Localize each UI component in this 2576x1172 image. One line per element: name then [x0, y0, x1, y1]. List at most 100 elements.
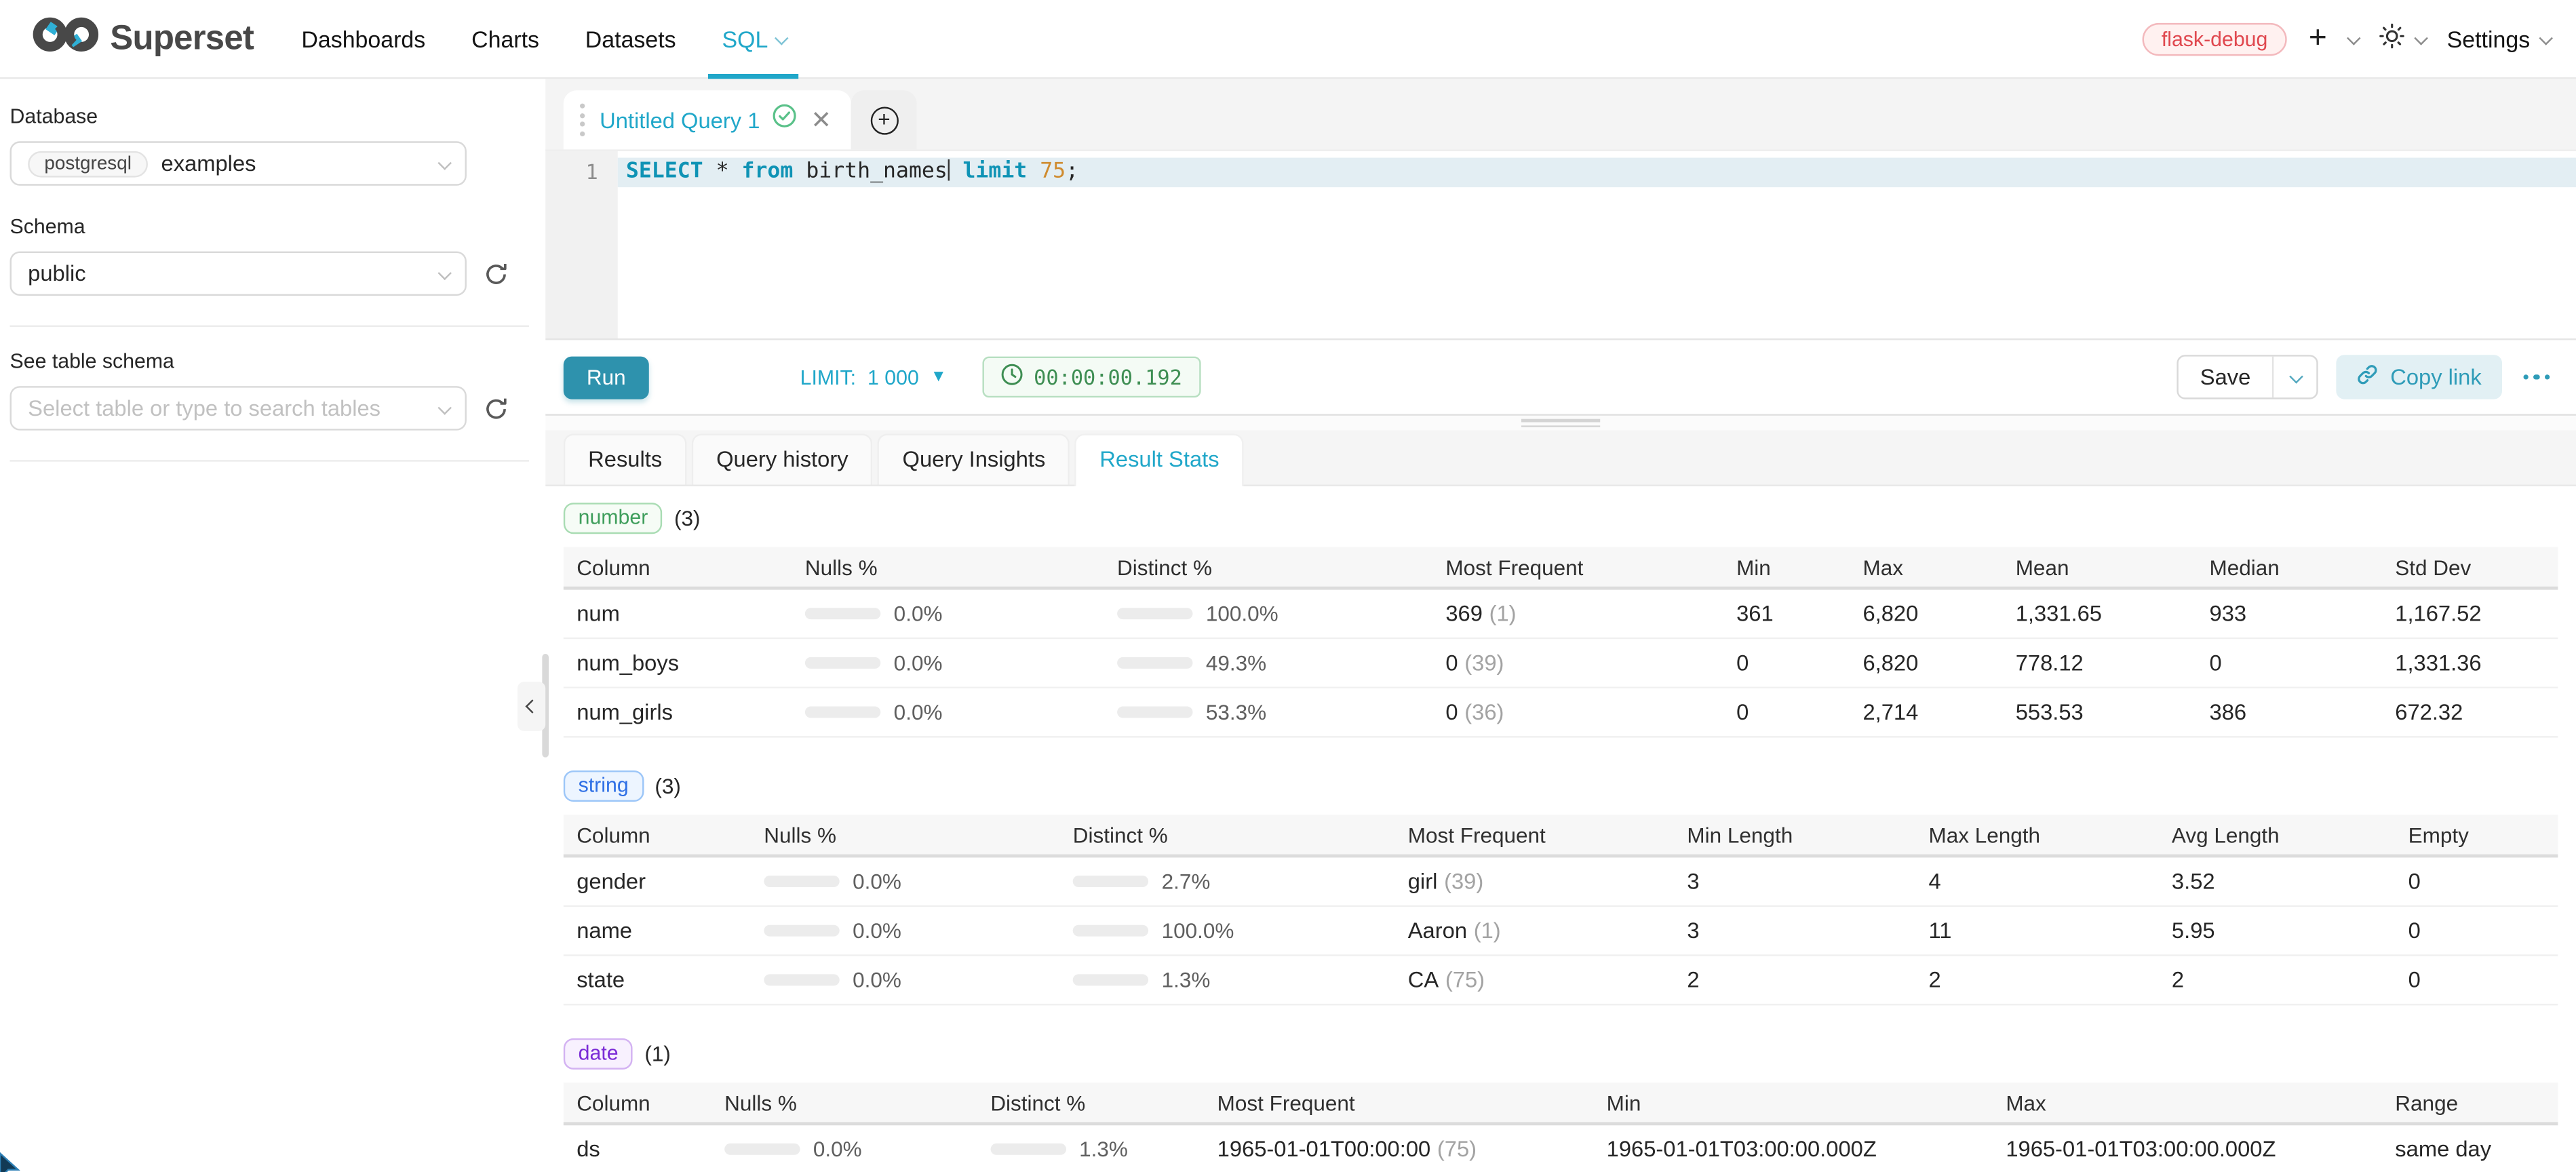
sql-code-editor[interactable]: 1 SELECT * from birth_names limit 75;: [545, 149, 2576, 338]
cell-nulls-: 0.0%: [751, 869, 1059, 893]
frequent-value: 0: [1445, 700, 1458, 724]
cell-distinct-: 49.3%: [1104, 650, 1432, 675]
chevron-down-icon[interactable]: [2347, 31, 2362, 45]
tab-results[interactable]: Results: [564, 433, 687, 484]
tab-query-insights[interactable]: Query Insights: [878, 433, 1070, 484]
cell-max: 2,714: [1850, 700, 2002, 724]
percent-value: 0.0%: [813, 1137, 862, 1161]
elapsed-time: 00:00:00.192: [1034, 365, 1182, 389]
theme-toggle[interactable]: [2379, 23, 2425, 54]
chevron-down-icon: [2539, 31, 2553, 45]
cell-empty: 0: [2395, 968, 2558, 992]
table-row: state0.0%1.3%CA(75)2220: [564, 956, 2558, 1006]
column-header: Median: [2196, 554, 2382, 579]
table-row: num_girls0.0%53.3%0(36)02,714553.5338667…: [564, 688, 2558, 738]
run-query-button[interactable]: Run: [564, 355, 649, 398]
superset-logo[interactable]: Superset: [33, 13, 254, 64]
column-header: Min Length: [1674, 822, 1915, 846]
database-select[interactable]: postgresql examples: [10, 141, 467, 185]
top-navbar: Superset Dashboards Charts Datasets SQL …: [0, 0, 2576, 79]
column-header: Nulls %: [751, 822, 1059, 846]
nav-item-datasets[interactable]: Datasets: [562, 0, 699, 78]
nav-item-sql[interactable]: SQL: [699, 0, 809, 78]
cell-min: 0: [1723, 650, 1850, 675]
column-header: Min: [1723, 554, 1850, 579]
tab-query-history[interactable]: Query history: [692, 433, 873, 484]
percent-value: 100.0%: [1206, 602, 1279, 626]
cell-column: state: [564, 968, 751, 992]
frequent-count: (1): [1474, 918, 1501, 943]
percent-value: 49.3%: [1206, 650, 1266, 675]
frequent-value: 1965-01-01T00:00:00: [1217, 1137, 1431, 1161]
save-button[interactable]: Save: [2179, 357, 2272, 398]
percent-value: 53.3%: [1206, 700, 1266, 724]
cell-distinct-: 100.0%: [1059, 918, 1394, 943]
frequent-value: CA: [1408, 968, 1439, 992]
query-elapsed-timer: 00:00:00.192: [983, 357, 1200, 398]
editor-code-area[interactable]: SELECT * from birth_names limit 75;: [618, 151, 2576, 338]
more-actions-button[interactable]: [2519, 368, 2553, 387]
query-tab-title: Untitled Query 1: [600, 108, 760, 132]
cell-distinct-: 2.7%: [1059, 869, 1394, 893]
percent-value: 0.0%: [853, 968, 901, 992]
sun-icon: [2379, 23, 2406, 54]
query-tab[interactable]: Untitled Query 1 ✕: [564, 90, 851, 149]
tab-result-stats[interactable]: Result Stats: [1075, 433, 1244, 486]
stats-section-string: string(3)ColumnNulls %Distinct %Most Fre…: [564, 770, 2558, 1005]
settings-menu[interactable]: Settings: [2447, 26, 2550, 52]
stats-section-date: date(1)ColumnNulls %Distinct %Most Frequ…: [564, 1038, 2558, 1172]
sql-statement-line: SELECT * from birth_names limit 75;: [618, 158, 2576, 188]
cell-std-dev: 672.32: [2382, 700, 2558, 724]
cell-column: name: [564, 918, 751, 943]
percent-value: 1.3%: [1079, 1137, 1128, 1161]
percent-value: 0.0%: [853, 918, 901, 943]
cell-column: num_boys: [564, 650, 792, 675]
table-select[interactable]: Select table or type to search tables: [10, 386, 467, 430]
cell-distinct-: 53.3%: [1104, 700, 1432, 724]
nav-item-charts[interactable]: Charts: [448, 0, 562, 78]
cell-most-frequent: CA(75): [1394, 968, 1674, 992]
pane-resize-handle[interactable]: [545, 414, 2576, 430]
percent-bar: [1117, 657, 1192, 669]
cell-distinct-: 1.3%: [977, 1137, 1204, 1161]
column-header: Std Dev: [2382, 554, 2558, 579]
cell-distinct-: 100.0%: [1104, 602, 1432, 626]
column-header: Nulls %: [792, 554, 1104, 579]
limit-dropdown[interactable]: LIMIT: 1 000 ▼: [800, 366, 947, 389]
collapse-sidebar-button[interactable]: [518, 682, 545, 731]
refresh-schemas-icon[interactable]: [483, 260, 509, 287]
refresh-tables-icon[interactable]: [483, 395, 509, 422]
schema-select[interactable]: public: [10, 252, 467, 296]
add-query-tab-button[interactable]: +: [870, 106, 898, 134]
table-select-placeholder: Select table or type to search tables: [28, 396, 380, 421]
frequent-value: girl: [1408, 869, 1438, 893]
column-header: Max: [1850, 554, 2002, 579]
copy-link-button[interactable]: Copy link: [2336, 355, 2501, 399]
nav-item-dashboards[interactable]: Dashboards: [278, 0, 448, 78]
column-header: Mean: [2002, 554, 2196, 579]
result-stats-content: number(3)ColumnNulls %Distinct %Most Fre…: [545, 486, 2576, 1172]
column-count: (3): [655, 774, 680, 798]
chevron-down-icon: [437, 265, 452, 279]
frequent-count: (75): [1437, 1137, 1477, 1161]
percent-value: 2.7%: [1162, 869, 1211, 893]
frequent-value: 369: [1445, 602, 1483, 626]
save-options-caret[interactable]: [2272, 357, 2316, 398]
percent-value: 100.0%: [1162, 918, 1234, 943]
line-number: 1: [545, 158, 618, 188]
chevron-down-icon: [437, 155, 452, 170]
superset-infinity-icon: [33, 13, 98, 64]
percent-bar: [1073, 974, 1148, 985]
type-badge-date: date: [564, 1038, 633, 1070]
drag-handle-icon[interactable]: [577, 100, 588, 139]
main-nav: Dashboards Charts Datasets SQL: [278, 0, 808, 78]
table-header-row: ColumnNulls %Distinct %Most FrequentMinM…: [564, 1082, 2558, 1125]
cell-mean: 778.12: [2002, 650, 2196, 675]
percent-bar: [805, 608, 880, 619]
column-header: Column: [564, 554, 792, 579]
cell-std-dev: 1,331.36: [2382, 650, 2558, 675]
new-item-button[interactable]: +: [2309, 23, 2327, 54]
column-header: Most Frequent: [1394, 822, 1674, 846]
close-tab-icon[interactable]: ✕: [811, 105, 831, 135]
percent-bar: [1117, 608, 1192, 619]
